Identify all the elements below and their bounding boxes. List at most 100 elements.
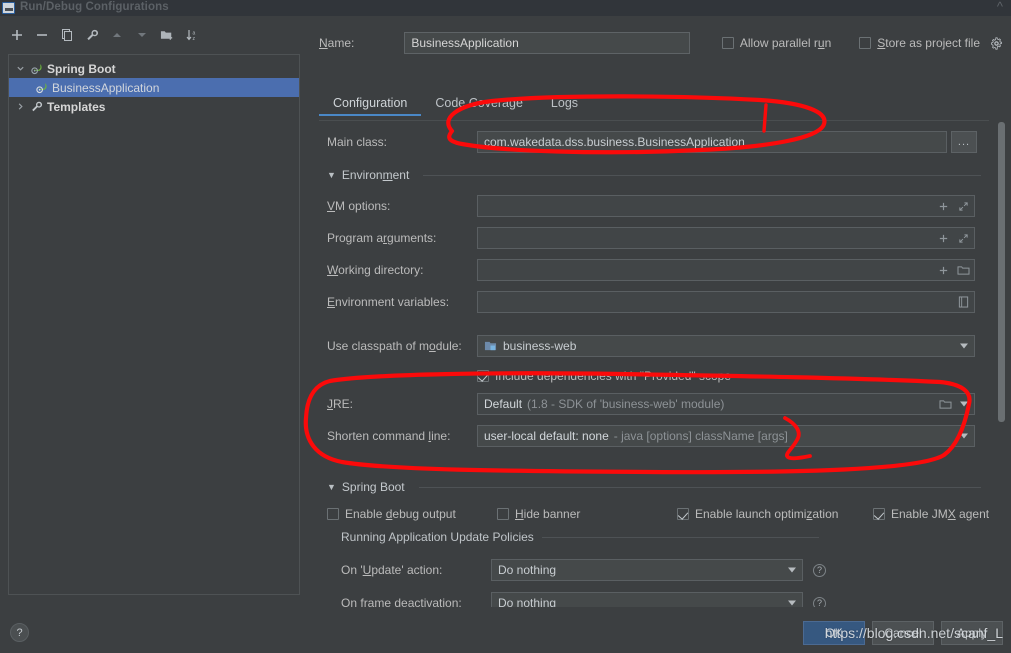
configurations-toolbar: a z: [6, 24, 203, 46]
main-class-browse-button[interactable]: ...: [951, 131, 977, 153]
triangle-down-icon[interactable]: ▼: [327, 482, 336, 492]
gear-icon[interactable]: [990, 36, 1003, 50]
checkbox-box[interactable]: [721, 37, 734, 49]
on-update-action-row: On 'Update' action: Do nothing ?: [341, 559, 826, 581]
jre-combo[interactable]: Default (1.8 - SDK of 'business-web' mod…: [477, 393, 975, 415]
folder-icon[interactable]: [936, 394, 954, 414]
move-down-button[interactable]: [131, 24, 153, 46]
dialog-footer: ? OK Cancel Apply https://blog.csdn.net/…: [0, 607, 1011, 653]
watermark-text: https://blog.csdn.net/scanf_L: [824, 625, 1003, 641]
form-scrollbar[interactable]: [998, 122, 1005, 512]
section-divider: [423, 174, 981, 176]
include-dependencies-checkbox[interactable]: Include dependencies with "Provided" sco…: [477, 365, 731, 387]
configurations-tree[interactable]: Spring Boot BusinessApplication Template…: [8, 54, 300, 595]
jre-row: JRE: Default (1.8 - SDK of 'business-web…: [327, 393, 975, 415]
tab-code-coverage[interactable]: Code Coverage: [421, 92, 537, 116]
title-bar: Run/Debug Configurations ^: [0, 0, 1011, 16]
working-directory-label: Working directory:: [327, 263, 424, 277]
chevron-down-icon[interactable]: [960, 401, 968, 407]
plus-icon[interactable]: [934, 228, 952, 248]
move-up-button[interactable]: [106, 24, 128, 46]
section-divider: [418, 486, 981, 488]
expand-icon[interactable]: [954, 228, 972, 248]
store-as-project-file-checkbox[interactable]: Store as project file: [859, 36, 1003, 50]
folder-icon[interactable]: [954, 260, 972, 280]
help-button[interactable]: ?: [10, 623, 29, 642]
move-into-folder-button[interactable]: [156, 24, 178, 46]
section-divider: [541, 536, 819, 538]
tab-configuration[interactable]: Configuration: [319, 92, 422, 116]
edit-templates-button[interactable]: [81, 24, 103, 46]
enable-launch-optimization-checkbox[interactable]: Enable launch optimization: [677, 507, 873, 521]
edit-list-icon[interactable]: [954, 292, 972, 312]
spring-boot-section-header[interactable]: ▼ Spring Boot: [327, 479, 981, 495]
tree-node-label: BusinessApplication: [52, 80, 160, 95]
vm-options-input[interactable]: [477, 195, 975, 217]
working-directory-row: Working directory:: [327, 259, 975, 281]
spring-boot-icon: [35, 81, 48, 94]
environment-section-label: Environment: [341, 168, 410, 182]
add-configuration-button[interactable]: [6, 24, 28, 46]
vm-options-row: VM options:: [327, 195, 975, 217]
remove-configuration-button[interactable]: [31, 24, 53, 46]
shorten-command-line-combo[interactable]: user-local default: none - java [options…: [477, 425, 975, 447]
name-input[interactable]: [404, 32, 690, 54]
sort-configurations-button[interactable]: a z: [181, 24, 203, 46]
chevron-down-icon[interactable]: [960, 343, 968, 349]
jre-value-detail: (1.8 - SDK of 'business-web' module): [527, 397, 725, 411]
hide-banner-checkbox[interactable]: Hide banner: [497, 507, 677, 521]
wrench-icon: [30, 100, 43, 113]
jre-label: JRE:: [327, 397, 354, 411]
on-update-action-combo[interactable]: Do nothing: [491, 559, 803, 581]
svg-text:z: z: [193, 36, 196, 42]
checkbox-box[interactable]: [677, 508, 689, 520]
working-directory-input[interactable]: [477, 259, 975, 281]
spring-boot-icon: [30, 62, 43, 75]
use-classpath-of-module-combo[interactable]: business-web: [477, 335, 975, 357]
run-debug-config-icon: [2, 2, 15, 14]
chevron-down-icon[interactable]: [788, 567, 796, 573]
chevron-down-icon[interactable]: [15, 63, 26, 74]
triangle-down-icon[interactable]: ▼: [327, 170, 336, 180]
enable-jmx-agent-checkbox[interactable]: Enable JMX agent: [873, 507, 1011, 521]
configurations-panel: a z Spring Boot BusinessApplication Temp…: [0, 16, 305, 607]
main-class-input[interactable]: com.wakedata.dss.business.BusinessApplic…: [477, 131, 947, 153]
environment-section-header[interactable]: ▼ Environment: [327, 167, 981, 183]
module-icon: [484, 340, 497, 352]
use-classpath-of-module-label: Use classpath of module:: [327, 339, 462, 353]
shorten-command-line-label: Shorten command line:: [327, 429, 451, 443]
include-dependencies-label: Include dependencies with "Provided" sco…: [495, 369, 732, 383]
question-mark-icon[interactable]: ?: [813, 563, 826, 577]
checkbox-box[interactable]: [859, 37, 872, 49]
checkbox-box[interactable]: [497, 508, 509, 520]
enable-jmx-agent-label: Enable JMX agent: [891, 507, 990, 521]
tree-node-businessapplication[interactable]: BusinessApplication: [9, 78, 299, 97]
chevron-right-icon[interactable]: [15, 101, 26, 112]
tab-logs[interactable]: Logs: [537, 92, 592, 116]
enable-debug-output-checkbox[interactable]: Enable debug output: [327, 507, 497, 521]
configuration-editor-panel: Name: Allow parallel run Store as projec…: [305, 16, 1011, 614]
tree-node-spring-boot[interactable]: Spring Boot: [9, 59, 299, 78]
chevron-down-icon[interactable]: [960, 433, 968, 439]
chevron-down-icon[interactable]: [788, 600, 796, 606]
allow-parallel-run-checkbox[interactable]: Allow parallel run: [721, 36, 831, 50]
program-arguments-row: Program arguments:: [327, 227, 975, 249]
environment-variables-input[interactable]: [477, 291, 975, 313]
expand-icon[interactable]: [954, 196, 972, 216]
checkbox-box[interactable]: [477, 370, 489, 382]
window-title: Run/Debug Configurations: [20, 0, 169, 13]
checkbox-box[interactable]: [873, 508, 885, 520]
copy-configuration-button[interactable]: [56, 24, 78, 46]
checkbox-box[interactable]: [327, 508, 339, 520]
tree-node-templates[interactable]: Templates: [9, 97, 299, 116]
plus-icon[interactable]: [934, 196, 952, 216]
plus-icon[interactable]: [934, 260, 952, 280]
program-arguments-input[interactable]: [477, 227, 975, 249]
scrollbar-thumb[interactable]: [998, 122, 1005, 422]
configuration-form: Main class: com.wakedata.dss.business.Bu…: [319, 120, 989, 614]
header-checkbox-group: Allow parallel run Store as project file: [721, 36, 1003, 50]
name-label: Name:: [319, 36, 355, 50]
on-update-action-value: Do nothing: [498, 563, 557, 577]
shorten-command-line-value: user-local default: none: [484, 429, 609, 443]
chevron-up-icon[interactable]: ^: [997, 0, 1003, 14]
